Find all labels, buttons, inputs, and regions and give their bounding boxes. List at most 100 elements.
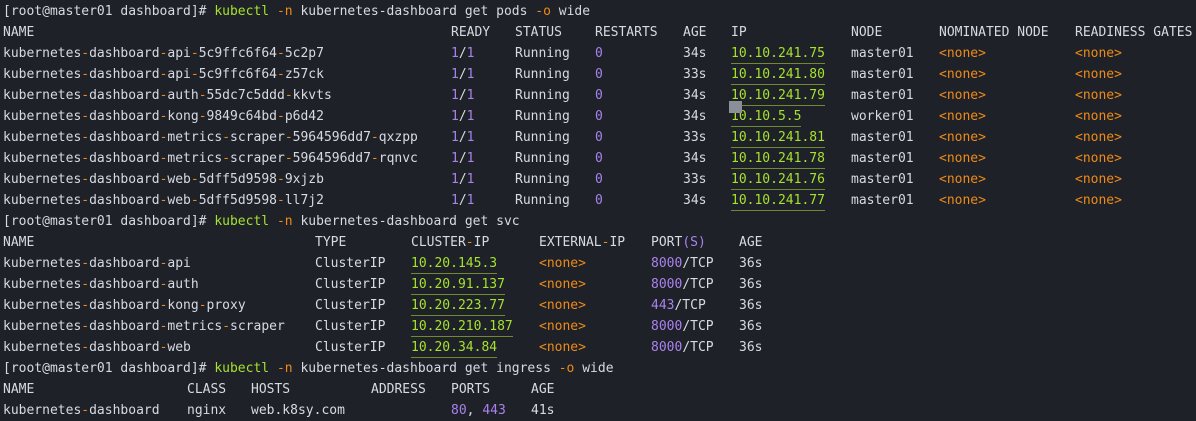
restart-count: 0 <box>595 172 603 187</box>
cell: kubernetes-dashboard-kong-9849c64bd-p6d4… <box>3 109 324 124</box>
cell: 10.10.241.75 <box>731 43 825 64</box>
ready-total: 1 <box>466 193 475 208</box>
cell: 0 <box>595 190 603 211</box>
dash: - <box>284 88 293 103</box>
cell: <none> <box>939 190 986 211</box>
dash: - <box>159 256 168 271</box>
none-value: <none> <box>539 277 586 292</box>
cell: 33s <box>683 67 707 82</box>
command-verb: get ingress <box>464 361 551 376</box>
cell: 36s <box>739 298 763 313</box>
cell: 8000/TCP <box>651 256 714 271</box>
command-namespace: kubernetes-dashboard <box>300 214 457 229</box>
cell: master01 <box>851 172 914 187</box>
dash: - <box>370 130 379 145</box>
dash: - <box>276 46 285 61</box>
none-value: <none> <box>939 46 986 61</box>
cell: kubernetes-dashboard-web-5dff5d9598-9xjz… <box>3 172 324 187</box>
dash: - <box>159 151 168 166</box>
ready-count: 1 <box>451 130 459 145</box>
dash: - <box>81 403 90 418</box>
dash: - <box>159 46 168 61</box>
port-number: 8000 <box>651 319 683 334</box>
dash: - <box>276 172 285 187</box>
command-name: kubectl <box>214 214 270 229</box>
cell: Running <box>515 193 570 208</box>
command-verb: get pods <box>464 4 528 19</box>
none-value: <none> <box>939 130 986 145</box>
dash: - <box>159 298 168 313</box>
cell: 1/1 <box>451 109 475 124</box>
none-value: <none> <box>939 151 986 166</box>
cell: Running <box>515 109 570 124</box>
dash: - <box>81 130 90 145</box>
ready-total: 1 <box>466 151 475 166</box>
restart-count: 0 <box>595 109 603 124</box>
cell: master01 <box>851 130 914 145</box>
cell: 0 <box>595 127 603 148</box>
pod-ip: 10.10.241.76 <box>731 171 825 190</box>
paren: (S) <box>682 235 706 250</box>
cell: AGE <box>683 25 707 40</box>
command-option: wide <box>582 361 614 376</box>
cell: 8000/TCP <box>651 340 714 355</box>
cell: kubernetes-dashboard-auth-55dc7c5ddd-kkv… <box>3 88 332 103</box>
cluster-ip: 10.20.210.187 <box>411 318 513 337</box>
cell: <none> <box>1075 64 1122 85</box>
cell: NODE <box>851 25 883 40</box>
command-flag: -o <box>558 361 575 376</box>
dash: - <box>159 109 168 124</box>
cell: HOSTS <box>251 382 291 397</box>
dash: - <box>159 172 168 187</box>
none-value: <none> <box>539 319 586 334</box>
cell: NAME <box>3 25 35 40</box>
none-value: <none> <box>939 172 986 187</box>
ready-total: 1 <box>466 46 475 61</box>
cell: 1/1 <box>451 193 475 208</box>
cell: 8000/TCP <box>651 319 714 334</box>
command-flag: -n <box>276 214 293 229</box>
cell: <none> <box>1075 169 1122 190</box>
dash: - <box>284 151 293 166</box>
cell: Running <box>515 67 570 82</box>
cell: TYPE <box>315 235 347 250</box>
dash: - <box>81 298 90 313</box>
dash: - <box>276 67 285 82</box>
cell: 10.20.34.84 <box>411 337 498 358</box>
cluster-ip: 10.20.91.137 <box>411 276 505 295</box>
pod-ip: 10.10.241.77 <box>731 192 825 211</box>
cell: <none> <box>539 295 586 316</box>
cell: <none> <box>1075 43 1122 64</box>
dash: - <box>190 172 199 187</box>
cell: READY <box>451 25 491 40</box>
cell: 0 <box>595 64 603 85</box>
dash: - <box>159 340 168 355</box>
cell: 34s <box>683 109 707 124</box>
cell: 10.20.145.3 <box>411 253 498 274</box>
dash: - <box>159 88 168 103</box>
cell: 1/1 <box>451 172 475 187</box>
cell: 10.20.210.187 <box>411 316 513 337</box>
prompt-prefix: [root@master01 dashboard]# <box>3 214 207 229</box>
pod-ip: 10.10.241.78 <box>731 150 825 169</box>
ready-total: 1 <box>466 88 475 103</box>
none-value: <none> <box>1075 46 1122 61</box>
dash: - <box>284 130 293 145</box>
dash: - <box>370 151 379 166</box>
terminal-window[interactable]: [root@master01 dashboard]# kubectl -n ku… <box>0 0 1196 418</box>
cell: master01 <box>851 46 914 61</box>
prompt-line: [root@master01 dashboard]# kubectl -n ku… <box>3 358 614 379</box>
cell: 10.10.241.76 <box>731 169 825 190</box>
dash: - <box>198 109 207 124</box>
cell: AGE <box>739 235 763 250</box>
cell: 0 <box>595 169 603 190</box>
cell: <none> <box>1075 127 1122 148</box>
cell: kubernetes-dashboard-kong-proxy <box>3 298 246 313</box>
none-value: <none> <box>1075 172 1122 187</box>
cell: READINESS GATES <box>1075 25 1193 40</box>
cell: <none> <box>939 106 986 127</box>
cell: CLASS <box>187 382 227 397</box>
command-verb: get svc <box>464 214 520 229</box>
port-number: 8000 <box>651 277 683 292</box>
cell: 0 <box>595 85 603 106</box>
